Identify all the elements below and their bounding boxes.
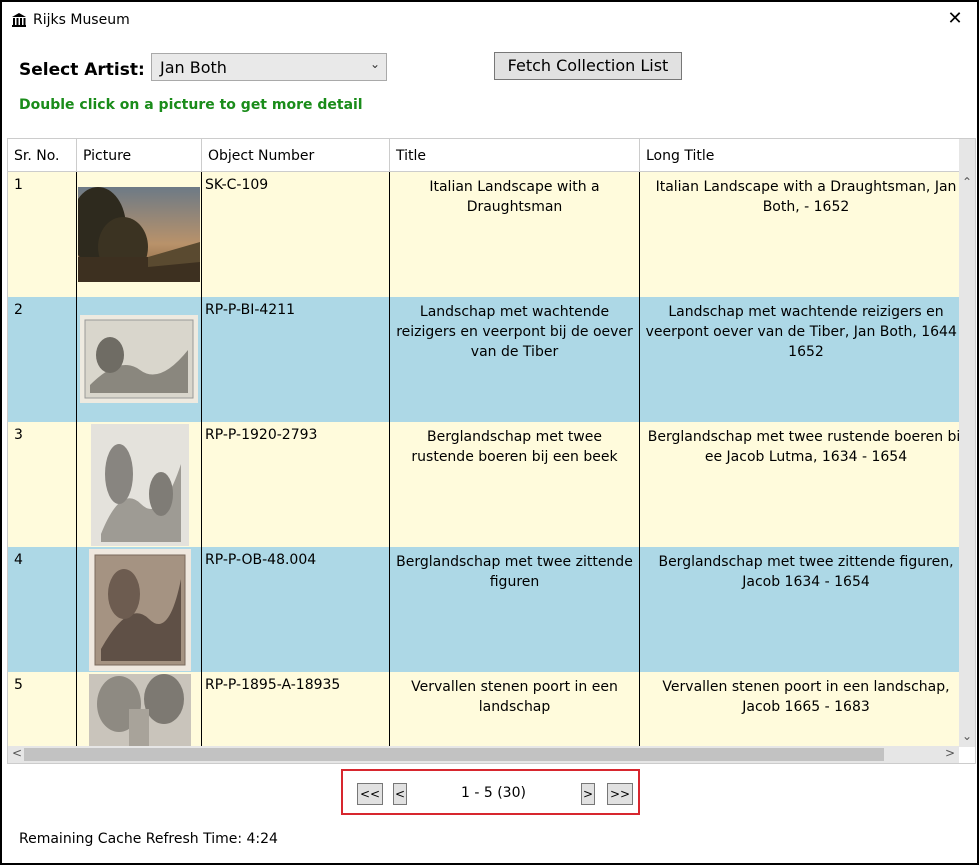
pagination-bar: << < 1 - 5 (30) > >> — [341, 769, 640, 815]
collection-grid: Sr. No. Picture Object Number Title Long… — [7, 138, 976, 764]
scroll-right-icon[interactable]: > — [945, 746, 955, 760]
select-artist-label: Select Artist: — [19, 60, 145, 80]
last-page-button[interactable]: >> — [607, 783, 633, 805]
artist-dropdown[interactable]: Jan Both ⌄ — [151, 53, 387, 81]
table-row[interactable]: 5 RP-P-1895-A-18935 Vervallen stenen poo… — [8, 672, 959, 746]
cell-title: Landschap met wachtende reizigers en vee… — [390, 297, 640, 422]
museum-icon — [12, 13, 26, 27]
cell-sr-no: 1 — [8, 172, 77, 297]
cell-long-title: Berglandschap met twee zittende figuren,… — [658, 554, 954, 590]
hint-text: Double click on a picture to get more de… — [19, 97, 363, 113]
cell-sr-no: 3 — [8, 422, 77, 547]
cell-object-number: RP-P-1920-2793 — [202, 422, 390, 547]
cell-long-title: Berglandschap met twee rustende boeren b… — [647, 429, 965, 465]
vertical-scrollbar[interactable]: ⌃ ⌄ — [959, 139, 975, 747]
table-row[interactable]: 4 RP-P-OB-48.004 Berglandschap met twee … — [8, 547, 959, 672]
column-header-object-number[interactable]: Object Number — [202, 139, 390, 171]
engraving-thumbnail[interactable] — [89, 674, 191, 746]
horizontal-scrollbar[interactable]: < > — [8, 746, 959, 763]
column-header-long-title[interactable]: Long Title — [640, 139, 959, 171]
window-title: Rijks Museum — [33, 12, 130, 28]
cell-sr-no: 4 — [8, 547, 77, 672]
page-info: 1 - 5 (30) — [461, 785, 526, 801]
cell-object-number: RP-P-1895-A-18935 — [202, 672, 390, 746]
chevron-down-icon: ⌄ — [369, 57, 380, 71]
cell-sr-no: 5 — [8, 672, 77, 746]
cell-long-title: Italian Landscape with a Draughtsman, Ja… — [655, 179, 957, 215]
cell-sr-no: 2 — [8, 297, 77, 422]
table-row[interactable]: 2 RP-P-BI-4211 Landschap met wachtende r… — [8, 297, 966, 422]
cell-title: Vervallen stenen poort in een landschap — [390, 672, 640, 746]
cell-picture[interactable] — [77, 422, 202, 547]
artist-selected-value: Jan Both — [160, 58, 227, 77]
scroll-up-icon[interactable]: ⌃ — [959, 175, 975, 189]
scroll-left-icon[interactable]: < — [12, 746, 22, 760]
engraving-thumbnail[interactable] — [89, 549, 191, 671]
fetch-collection-button[interactable]: Fetch Collection List — [494, 52, 682, 80]
scroll-down-icon[interactable]: ⌄ — [959, 729, 975, 743]
previous-page-button[interactable]: < — [393, 783, 407, 805]
cell-picture[interactable] — [77, 547, 202, 672]
cell-long-title: Landschap met wachtende reizigers en vee… — [645, 304, 967, 360]
horizontal-scroll-thumb[interactable] — [24, 748, 884, 761]
next-page-button[interactable]: > — [581, 783, 595, 805]
cell-object-number: RP-P-OB-48.004 — [202, 547, 390, 672]
table-row[interactable]: 1 SK-C-109 Italian Landscape with a Drau… — [8, 172, 959, 297]
cell-long-title: Vervallen stenen poort in een landschap,… — [662, 679, 950, 715]
column-header-picture[interactable]: Picture — [77, 139, 202, 171]
cell-title: Italian Landscape with a Draughtsman — [390, 172, 640, 297]
table-row[interactable]: 3 RP-P-1920-2793 Berglandschap met twee … — [8, 422, 964, 547]
painting-thumbnail[interactable] — [78, 187, 200, 282]
column-header-title[interactable]: Title — [390, 139, 640, 171]
cell-title: Berglandschap met twee rustende boeren b… — [390, 422, 640, 547]
grid-header: Sr. No. Picture Object Number Title Long… — [8, 139, 959, 172]
close-button[interactable]: ✕ — [933, 2, 977, 36]
cell-picture[interactable] — [77, 672, 202, 746]
cell-title: Berglandschap met twee zittende figuren — [390, 547, 640, 672]
engraving-thumbnail[interactable] — [80, 315, 198, 403]
app-window: Rijks Museum ✕ Select Artist: Jan Both ⌄… — [0, 0, 979, 865]
column-header-sr-no[interactable]: Sr. No. — [8, 139, 77, 171]
cell-object-number: SK-C-109 — [202, 172, 390, 297]
first-page-button[interactable]: << — [357, 783, 383, 805]
cell-object-number: RP-P-BI-4211 — [202, 297, 390, 422]
engraving-thumbnail[interactable] — [91, 424, 189, 546]
title-bar: Rijks Museum ✕ — [2, 2, 977, 36]
cache-refresh-status: Remaining Cache Refresh Time: 4:24 — [19, 831, 278, 847]
cell-picture[interactable] — [77, 297, 202, 422]
cell-picture[interactable] — [77, 172, 202, 297]
